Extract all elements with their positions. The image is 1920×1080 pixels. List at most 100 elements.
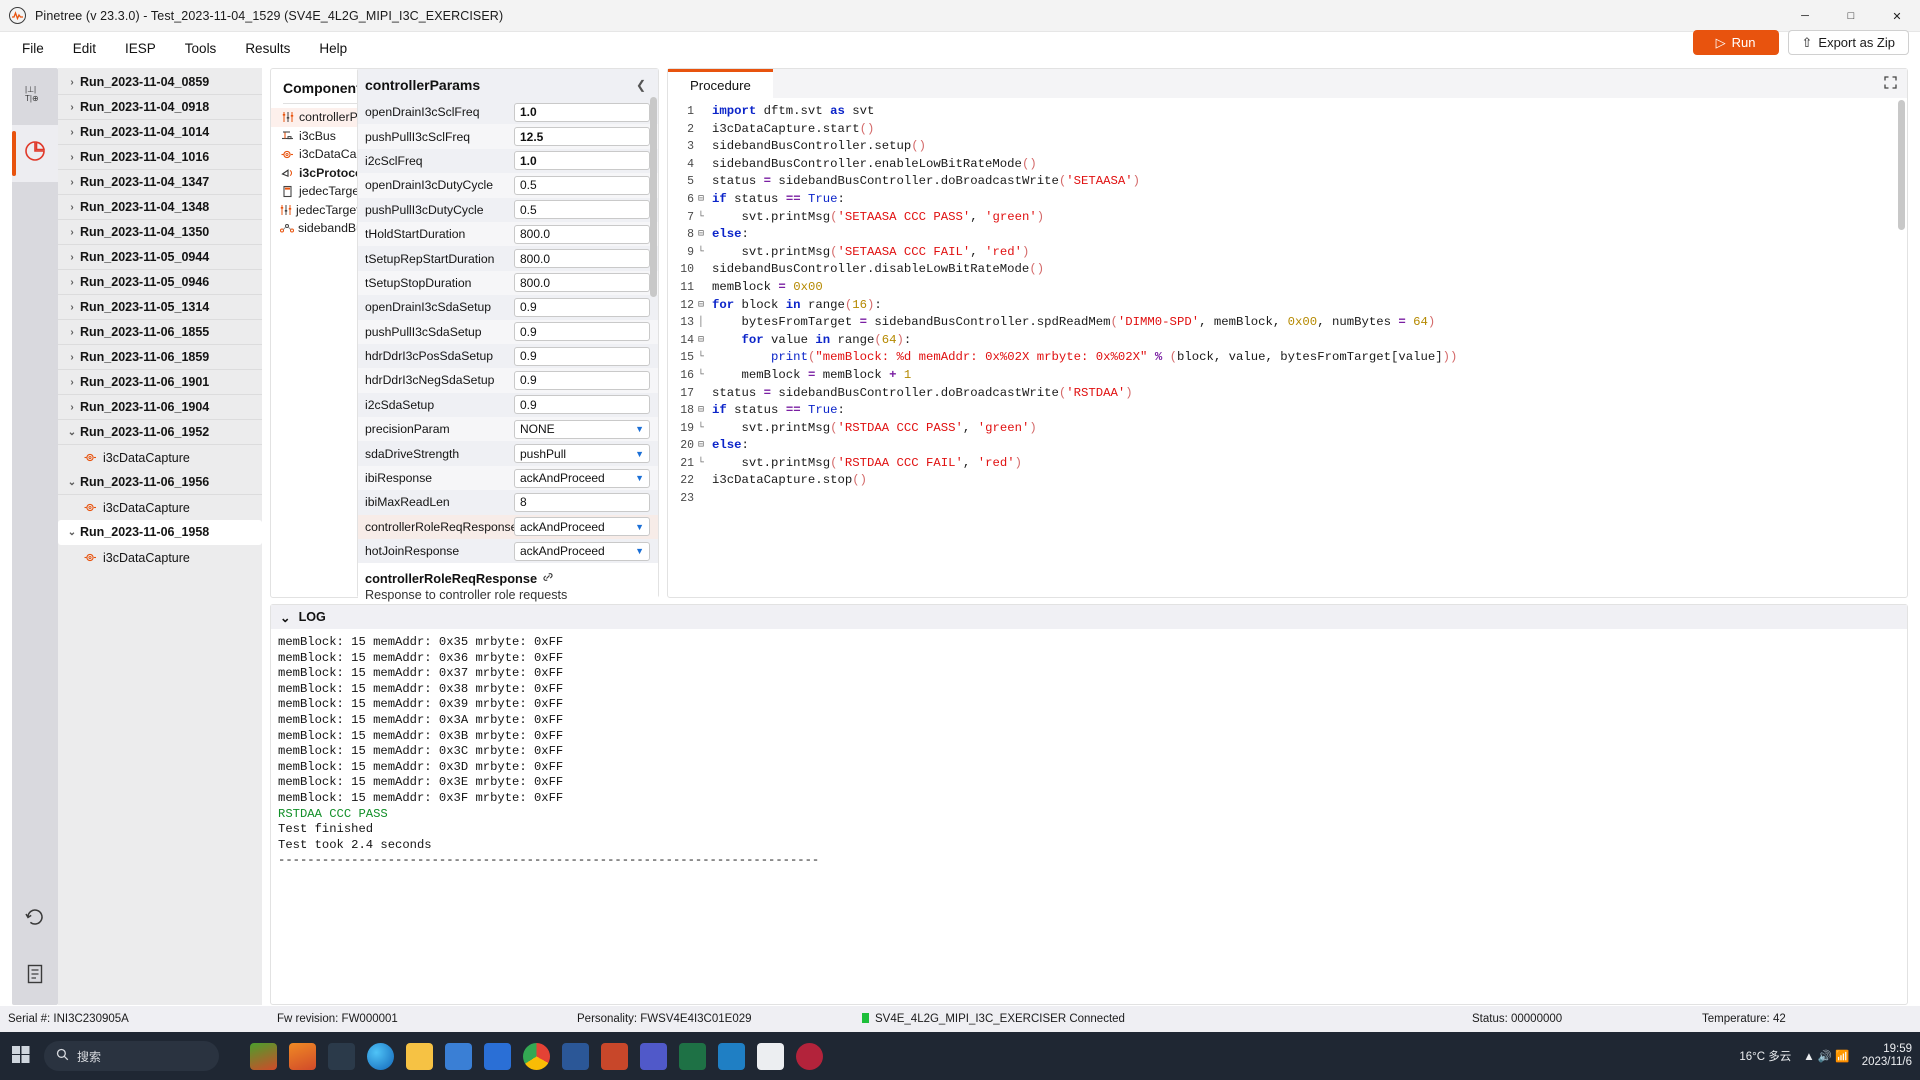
export-zip-button[interactable]: ⇧ Export as Zip	[1787, 30, 1909, 55]
app-icon-orange[interactable]	[289, 1042, 316, 1070]
tree-row-run[interactable]: ⌄ Run_2023-11-06_1958	[58, 520, 262, 545]
parameter-input[interactable]: 0.5	[514, 200, 650, 220]
run-tree[interactable]: › Run_2023-11-04_0859 › Run_2023-11-04_0918…	[58, 68, 262, 1005]
expand-icon[interactable]	[1884, 76, 1897, 92]
fold-marker[interactable]: └	[694, 209, 708, 227]
code-content[interactable]: import dftm.svt as svt i3cDataCapture.sta…	[708, 101, 1907, 597]
fold-marker[interactable]	[694, 490, 708, 508]
parameter-row[interactable]: hdrDdrI3cNegSdaSetup 0.9	[358, 368, 658, 393]
parameter-input[interactable]: 800.0	[514, 224, 650, 244]
menu-item-file[interactable]: File	[12, 37, 54, 60]
code-line[interactable]: bytesFromTarget = sidebandBusController.…	[712, 314, 1907, 332]
code-line[interactable]: status = sidebandBusController.doBroadca…	[712, 173, 1907, 191]
parameter-select[interactable]: NONE ▼	[514, 419, 650, 439]
code-line[interactable]: if status == True:	[712, 402, 1907, 420]
app-icon-powerpoint[interactable]	[601, 1042, 628, 1070]
tree-row-capture[interactable]: i3cDataCapture	[58, 545, 262, 570]
tree-row-run[interactable]: › Run_2023-11-05_0946	[58, 270, 262, 295]
app-icon-chrome[interactable]	[523, 1042, 550, 1070]
code-line[interactable]: sidebandBusController.disableLowBitRateM…	[712, 261, 1907, 279]
tab-procedure[interactable]: Procedure	[668, 69, 773, 98]
parameter-row[interactable]: openDrainI3cDutyCycle 0.5	[358, 173, 658, 198]
fold-marker[interactable]: └	[694, 455, 708, 473]
code-line[interactable]: svt.printMsg('SETAASA CCC FAIL', 'red')	[712, 244, 1907, 262]
tree-row-run[interactable]: › Run_2023-11-04_0859	[58, 70, 262, 95]
chevron-right-icon[interactable]: ›	[64, 102, 80, 113]
fold-marker[interactable]: └	[694, 367, 708, 385]
code-line[interactable]: memBlock = memBlock + 1	[712, 367, 1907, 385]
parameter-row[interactable]: openDrainI3cSdaSetup 0.9	[358, 295, 658, 320]
parameter-select[interactable]: pushPull ▼	[514, 444, 650, 464]
chevron-right-icon[interactable]: ›	[64, 377, 80, 388]
parameter-row[interactable]: precisionParam NONE ▼	[358, 417, 658, 442]
code-line[interactable]: i3cDataCapture.stop()	[712, 472, 1907, 490]
fold-marker[interactable]	[694, 261, 708, 279]
tray-icons[interactable]: ▲ 🔊 📶	[1803, 1049, 1849, 1063]
tree-row-run[interactable]: › Run_2023-11-04_1014	[58, 120, 262, 145]
parameter-input[interactable]: 8	[514, 492, 650, 512]
tree-row-run[interactable]: › Run_2023-11-06_1855	[58, 320, 262, 345]
close-button[interactable]: ✕	[1874, 0, 1920, 32]
tree-row-run[interactable]: › Run_2023-11-04_0918	[58, 95, 262, 120]
fold-marker[interactable]: ⊟	[694, 226, 708, 244]
code-line[interactable]: for block in range(16):	[712, 297, 1907, 315]
parameter-row[interactable]: ibiResponse ackAndProceed ▼	[358, 465, 658, 491]
app-icon-pinetree[interactable]	[757, 1042, 784, 1070]
parameter-input[interactable]: 1.0	[514, 102, 650, 122]
parameter-input[interactable]: 12.5	[514, 127, 650, 147]
parameters-list[interactable]: openDrainI3cSclFreq 1.0 pushPullI3cSclFreq…	[358, 100, 658, 564]
code-line[interactable]: else:	[712, 437, 1907, 455]
code-fold-gutter[interactable]: ⊟ └ ⊟ └ ⊟ │ ⊟ └ └ ⊟ └ ⊟ └	[694, 101, 708, 597]
fold-marker[interactable]: ⊟	[694, 191, 708, 209]
chevron-down-icon[interactable]: ▼	[635, 424, 644, 434]
tree-row-run[interactable]: › Run_2023-11-06_1901	[58, 370, 262, 395]
chevron-right-icon[interactable]: ›	[64, 152, 80, 163]
taskbar-search[interactable]: 搜索	[44, 1041, 219, 1071]
app-icon-plants[interactable]	[250, 1042, 277, 1070]
minimize-button[interactable]: ─	[1782, 0, 1828, 32]
tree-row-run[interactable]: › Run_2023-11-04_1350	[58, 220, 262, 245]
rail-item-results[interactable]	[12, 125, 58, 182]
log-header[interactable]: ⌄ LOG	[271, 605, 1907, 629]
code-line[interactable]: memBlock = 0x00	[712, 279, 1907, 297]
chevron-right-icon[interactable]: ›	[64, 352, 80, 363]
taskbar-clock[interactable]: 19:59 2023/11/6	[1862, 1043, 1912, 1069]
tree-row-capture[interactable]: i3cDataCapture	[58, 445, 262, 470]
code-line[interactable]: print("memBlock: %d memAddr: 0x%02X mrby…	[712, 349, 1907, 367]
parameter-input[interactable]: 800.0	[514, 273, 650, 293]
app-icon-excel[interactable]	[679, 1042, 706, 1070]
parameter-row[interactable]: pushPullI3cDutyCycle 0.5	[358, 197, 658, 222]
code-line[interactable]: if status == True:	[712, 191, 1907, 209]
code-line[interactable]: for value in range(64):	[712, 332, 1907, 350]
tree-row-run[interactable]: › Run_2023-11-05_1314	[58, 295, 262, 320]
fold-marker[interactable]: │	[694, 314, 708, 332]
parameter-input[interactable]: 0.9	[514, 346, 650, 366]
chevron-down-icon[interactable]: ▼	[635, 473, 644, 483]
fold-marker[interactable]: ⊟	[694, 402, 708, 420]
parameter-row[interactable]: pushPullI3cSdaSetup 0.9	[358, 319, 658, 344]
tree-row-run[interactable]: › Run_2023-11-04_1016	[58, 145, 262, 170]
code-line[interactable]: import dftm.svt as svt	[712, 103, 1907, 121]
code-line[interactable]: sidebandBusController.enableLowBitRateMo…	[712, 156, 1907, 174]
code-line[interactable]: svt.printMsg('RSTDAA CCC FAIL', 'red')	[712, 455, 1907, 473]
chevron-right-icon[interactable]: ›	[64, 277, 80, 288]
rail-item-report[interactable]	[12, 948, 58, 1005]
app-icon-outlook[interactable]	[484, 1042, 511, 1070]
tree-row-run[interactable]: › Run_2023-11-04_1347	[58, 170, 262, 195]
parameter-row[interactable]: ibiMaxReadLen 8	[358, 490, 658, 515]
code-line[interactable]: i3cDataCapture.start()	[712, 121, 1907, 139]
chevron-right-icon[interactable]: ›	[64, 127, 80, 138]
code-line[interactable]: svt.printMsg('RSTDAA CCC PASS', 'green')	[712, 420, 1907, 438]
parameter-row[interactable]: pushPullI3cSclFreq 12.5	[358, 124, 658, 149]
parameter-input[interactable]: 0.9	[514, 297, 650, 317]
parameter-row[interactable]: tSetupStopDuration 800.0	[358, 270, 658, 296]
chevron-right-icon[interactable]: ›	[64, 227, 80, 238]
link-icon[interactable]	[542, 571, 554, 586]
chevron-right-icon[interactable]: ›	[64, 177, 80, 188]
parameter-select[interactable]: ackAndProceed ▼	[514, 468, 650, 488]
chevron-right-icon[interactable]: ›	[64, 202, 80, 213]
chevron-down-icon[interactable]: ▼	[635, 546, 644, 556]
parameter-row[interactable]: sdaDriveStrength pushPull ▼	[358, 441, 658, 466]
chevron-right-icon[interactable]: ›	[64, 77, 80, 88]
chevron-down-icon[interactable]: ▼	[635, 449, 644, 459]
